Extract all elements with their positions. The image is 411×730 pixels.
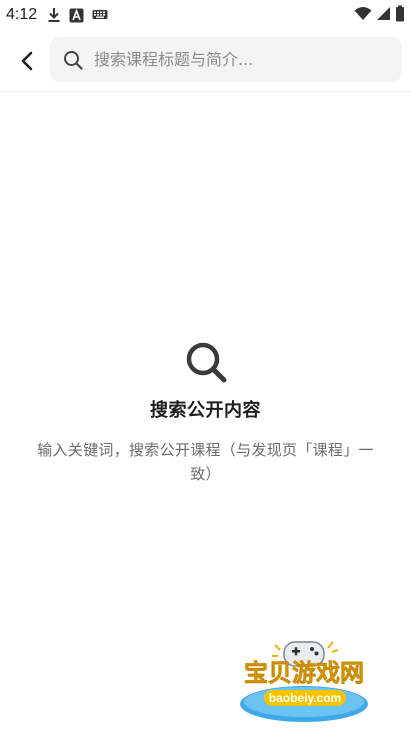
signal-icon [376, 6, 391, 25]
back-button[interactable] [8, 42, 46, 80]
search-box[interactable] [50, 37, 402, 82]
empty-state: 搜索公开内容 输入关键词，搜索公开课程（与发现页「课程」一致） [0, 340, 411, 486]
search-input[interactable] [94, 44, 384, 75]
watermark-logo: 宝贝游戏网 baobeiy.com [232, 636, 382, 726]
watermark-url: baobeiy.com [269, 691, 341, 705]
font-icon [69, 8, 84, 23]
empty-state-description: 输入关键词，搜索公开课程（与发现页「课程」一致） [37, 441, 374, 483]
battery-icon [395, 5, 405, 26]
search-icon [62, 49, 84, 71]
status-time: 4:12 [6, 6, 38, 23]
watermark-text: 宝贝游戏网 [244, 659, 364, 687]
wifi-icon [354, 6, 372, 25]
empty-state-title: 搜索公开内容 [150, 400, 261, 421]
download-icon [47, 7, 61, 23]
keyboard-icon [92, 9, 108, 21]
status-bar: 4:12 [0, 0, 411, 30]
search-icon [186, 342, 226, 383]
status-right-group [354, 5, 405, 26]
search-header [0, 30, 411, 92]
search-screen: 4:12 搜索课程标题与简介... 搜索公开内容 输入关键词，搜索公开课程（与发… [0, 0, 411, 730]
chevron-left-icon [21, 51, 33, 71]
edge-mark [0, 720, 4, 724]
